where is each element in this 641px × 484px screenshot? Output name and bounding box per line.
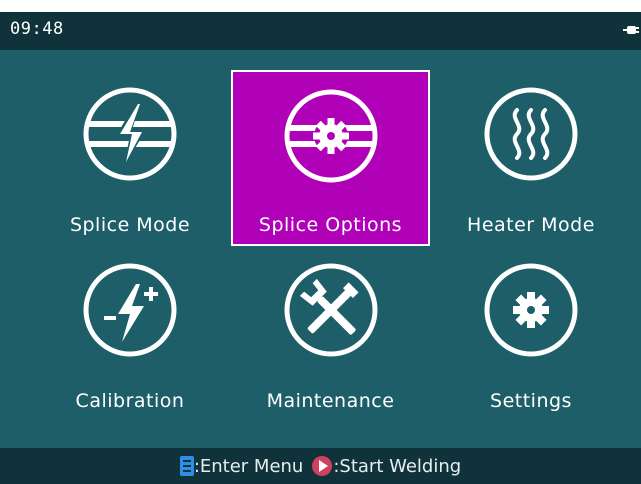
menu-item-label: Maintenance — [266, 390, 395, 412]
menu-item-calibration[interactable]: Calibration — [40, 260, 220, 420]
menu-item-label: Heater Mode — [467, 214, 595, 236]
maintenance-icon — [284, 263, 377, 357]
menu-item-label: Splice Options — [258, 214, 403, 236]
screen: 09:48 Splice Mode Splice Options Heater … — [0, 12, 641, 484]
menu-item-label: Calibration — [75, 390, 185, 412]
play-key-icon — [312, 456, 333, 476]
start-welding-label: :Start Welding — [333, 455, 462, 477]
settings-icon — [484, 263, 578, 357]
menu-item-label: Settings — [490, 390, 572, 412]
menu-item-label: Splice Mode — [69, 214, 191, 236]
heater-mode-icon — [484, 87, 578, 181]
menu-key-icon — [179, 456, 194, 476]
enter-menu-label: :Enter Menu — [193, 455, 304, 477]
menu-item-settings[interactable]: Settings — [436, 260, 626, 420]
main-menu: Splice Mode Splice Options Heater Mode C… — [0, 12, 641, 442]
key-hint-bar: :Enter Menu :Start Welding — [0, 448, 641, 484]
menu-item-maintenance[interactable]: Maintenance — [231, 260, 430, 420]
splice-mode-icon — [83, 87, 177, 181]
menu-item-splice-options[interactable]: Splice Options — [231, 70, 430, 246]
start-welding-hint: :Start Welding — [311, 455, 461, 477]
menu-item-splice-mode[interactable]: Splice Mode — [40, 70, 220, 246]
menu-item-heater-mode[interactable]: Heater Mode — [436, 70, 626, 246]
calibration-icon — [83, 263, 177, 357]
enter-menu-hint: :Enter Menu — [179, 455, 304, 477]
splice-options-icon — [284, 89, 377, 183]
